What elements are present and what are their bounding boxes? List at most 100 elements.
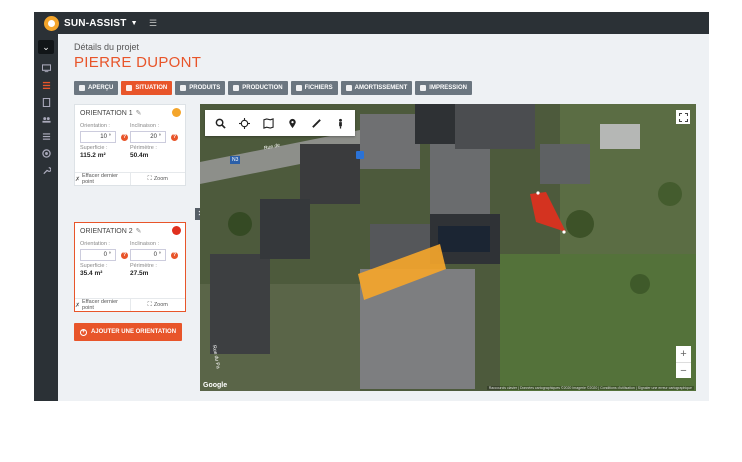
sidebar-item-help[interactable] xyxy=(34,145,58,162)
brand[interactable]: SUN-ASSIST ▼ xyxy=(34,12,142,34)
perimetre-value: 27.5m xyxy=(130,270,149,277)
map-toolbar xyxy=(205,110,355,136)
tab-produits[interactable]: PRODUITS xyxy=(175,81,226,95)
map-draw-button[interactable] xyxy=(304,110,328,136)
crosshair-icon xyxy=(238,117,250,129)
pencil-icon xyxy=(311,118,321,128)
zoom-button[interactable]: ⛶ Zoom xyxy=(131,299,186,311)
sun-logo-icon xyxy=(44,15,59,31)
sidebar-item-settings[interactable] xyxy=(34,162,58,179)
monitor-icon xyxy=(41,64,51,73)
add-orientation-button[interactable]: + AJOUTER UNE ORIENTATION xyxy=(74,323,182,341)
pencil-icon[interactable]: ✎ xyxy=(136,109,142,117)
users-icon xyxy=(41,117,51,123)
map-streetview-button[interactable] xyxy=(328,110,352,136)
orientation-color-dot[interactable] xyxy=(172,226,181,235)
orientation-input[interactable]: 0 ° xyxy=(80,249,116,261)
zoom-button[interactable]: ⛶ Zoom xyxy=(131,173,186,185)
user-icon xyxy=(345,85,352,91)
sidebar-collapse-button[interactable]: ⌄ xyxy=(38,40,54,54)
superficie-value: 115.2 m² xyxy=(80,152,106,159)
map-layers-button[interactable] xyxy=(256,110,280,136)
sidebar-item-dashboard[interactable] xyxy=(34,60,58,77)
menu-toggle-icon[interactable]: ☰ xyxy=(144,12,162,34)
search-icon xyxy=(215,118,226,129)
help-icon[interactable]: ? xyxy=(121,251,128,259)
help-icon[interactable]: ? xyxy=(121,133,128,141)
tab-fichiers[interactable]: FICHIERS xyxy=(290,81,338,95)
orientation-input[interactable]: 10 ° xyxy=(80,131,116,143)
map-zoom-in-button[interactable]: + xyxy=(676,346,691,362)
expand-icon: ⛶ xyxy=(147,301,152,308)
map-marker-icon xyxy=(288,118,296,128)
inclinaison-input[interactable]: 20 ° xyxy=(130,131,166,143)
monitor-icon xyxy=(233,85,240,91)
map-locate-button[interactable] xyxy=(232,110,256,136)
perimetre-label: Périmètre : xyxy=(130,145,157,151)
sidebar: ⌄ xyxy=(34,34,58,401)
inclinaison-input[interactable]: 0 ° xyxy=(130,249,166,261)
sidebar-item-documents[interactable] xyxy=(34,94,58,111)
tab-bar: APERÇU SITUATION PRODUITS PRODUCTION FIC… xyxy=(74,81,472,95)
orientation-title: ORIENTATION 2 xyxy=(80,227,133,235)
clear-last-point-button[interactable]: ✗ Effacer dernier point xyxy=(75,299,131,311)
map-zoom-out-button[interactable]: − xyxy=(676,362,691,378)
map-search-button[interactable] xyxy=(208,110,232,136)
map-attribution[interactable]: Raccourcis clavier | Données cartographi… xyxy=(486,386,694,390)
map-fullscreen-button[interactable] xyxy=(676,110,690,124)
map-pin-list-icon xyxy=(262,117,274,129)
clear-last-point-button[interactable]: ✗ Effacer dernier point xyxy=(75,173,131,185)
map-icon xyxy=(126,85,133,91)
file-icon xyxy=(295,85,302,91)
plus-icon: + xyxy=(79,328,87,336)
orientation-color-dot[interactable] xyxy=(172,108,181,117)
tab-apercu[interactable]: APERÇU xyxy=(74,81,119,95)
orientation-card: ORIENTATION 2 ✎ Orientation : 0 ° ? Incl… xyxy=(74,222,186,312)
file-icon xyxy=(42,98,50,107)
orientation-label: Orientation : xyxy=(80,123,110,129)
eraser-icon: ✗ xyxy=(75,176,81,183)
sidebar-item-projects[interactable] xyxy=(34,77,58,94)
orientation-title: ORIENTATION 1 xyxy=(80,109,133,117)
expand-icon: ⛶ xyxy=(147,175,152,182)
google-logo: Google xyxy=(203,382,228,389)
pencil-icon[interactable]: ✎ xyxy=(136,227,142,235)
sidebar-item-catalog[interactable] xyxy=(34,128,58,145)
orientation-label: Orientation : xyxy=(80,241,110,247)
orientation-card-header: ORIENTATION 1 ✎ xyxy=(75,105,185,121)
sidebar-item-users[interactable] xyxy=(34,111,58,128)
superficie-label: Superficie : xyxy=(80,263,108,269)
tab-amortissement[interactable]: AMORTISSEMENT xyxy=(340,81,413,95)
main-content: Détails du projet PIERRE DUPONT APERÇU S… xyxy=(58,34,709,401)
map-marker-button[interactable] xyxy=(280,110,304,136)
inclinaison-label: Inclinaison : xyxy=(130,241,160,247)
list-icon xyxy=(42,81,50,90)
orientation-card: ORIENTATION 1 ✎ Orientation : 10 ° ? Inc… xyxy=(74,104,186,186)
user-icon xyxy=(180,85,187,91)
help-icon[interactable]: ? xyxy=(171,133,178,141)
help-icon[interactable]: ? xyxy=(171,251,178,259)
tab-situation[interactable]: SITUATION xyxy=(121,81,173,95)
road-number-badge: N3 xyxy=(230,156,241,164)
brand-name: SUN-ASSIST xyxy=(64,17,127,29)
caret-down-icon: ▼ xyxy=(130,19,138,27)
fullscreen-icon xyxy=(678,112,688,122)
wrench-icon xyxy=(42,167,51,175)
perimetre-value: 50.4m xyxy=(130,152,149,159)
map-zoom-control: + − xyxy=(676,346,691,378)
tab-impression[interactable]: IMPRESSION xyxy=(415,81,472,95)
person-icon xyxy=(338,118,342,129)
satellite-map[interactable]: N3 Rue de Rue du Pa + − Google Raccourci… xyxy=(200,104,696,391)
eraser-icon: ✗ xyxy=(75,302,81,309)
superficie-value: 35.4 m² xyxy=(80,270,103,277)
breadcrumb: Détails du projet xyxy=(74,42,140,52)
inclinaison-label: Inclinaison : xyxy=(130,123,160,129)
tab-production[interactable]: PRODUCTION xyxy=(228,81,288,95)
top-bar: SUN-ASSIST ▼ ☰ xyxy=(34,12,709,34)
list-icon xyxy=(42,133,50,140)
app-window: SUN-ASSIST ▼ ☰ ⌄ Détails du projet PIERR xyxy=(34,12,709,401)
perimetre-label: Périmètre : xyxy=(130,263,157,269)
print-icon xyxy=(420,85,427,91)
orientation-card-header: ORIENTATION 2 ✎ xyxy=(75,223,185,239)
bus-stop-icon[interactable] xyxy=(356,151,364,159)
